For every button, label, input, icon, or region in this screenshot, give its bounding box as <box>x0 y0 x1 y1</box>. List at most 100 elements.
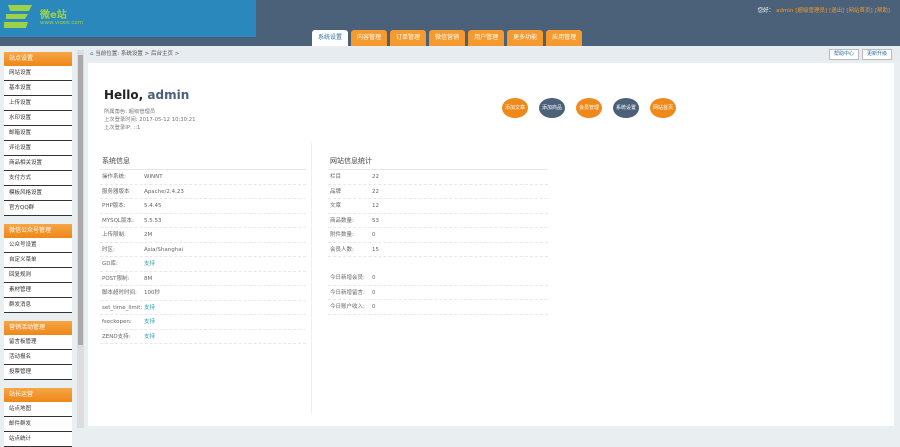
role-text: 所属角色: 超级管理员 <box>104 109 156 115</box>
tab-6[interactable]: 应用管理 <box>546 30 583 46</box>
info-value: 12 <box>372 203 379 209</box>
info-label: 品牌 <box>330 188 342 195</box>
info-label: 上传限制: <box>102 232 126 238</box>
info-value: Asia/Shanghai <box>144 246 184 253</box>
sidebar-item[interactable]: 素材管理 <box>4 283 72 298</box>
info-label: 服务器版本 <box>102 188 130 195</box>
quick-action-button[interactable]: 添加商品 <box>539 98 565 118</box>
help-link[interactable]: [帮助] <box>875 8 890 14</box>
sidebar-scrollbar[interactable] <box>77 50 84 428</box>
logo[interactable]: 微e站 www.vioee.com <box>0 0 256 37</box>
last-login-ip: 上次登录IP: ::1 <box>104 125 141 131</box>
info-label: fsockopen: <box>102 319 132 325</box>
info-value: 22 <box>372 188 379 195</box>
breadcrumb: ⌂ 当前位置: 系统设置 > 后台主页 > 帮助中心 更新升级 <box>86 47 900 61</box>
sidebar-item[interactable]: 群发消息 <box>4 298 72 313</box>
sidebar-item[interactable]: 自定义菜单 <box>4 253 72 268</box>
info-label: set_time_limit: <box>102 304 143 311</box>
sidebar-item[interactable]: 官方QQ群 <box>4 201 72 216</box>
quick-action-button[interactable]: 网站首页 <box>650 98 676 118</box>
tab-2[interactable]: 订单管理 <box>390 30 427 46</box>
info-label: 操作系统: <box>102 174 126 180</box>
help-center-button[interactable]: 帮助中心 <box>828 49 859 60</box>
info-row: 品牌 22 <box>328 185 548 199</box>
sidebar-item[interactable]: 站点统计 <box>4 432 72 447</box>
info-label: POST限制: <box>102 275 130 282</box>
main-tabs: 系统设置 内容管理 订单管理 微信营销 用户管理 更多功能 应用管理 <box>312 30 583 46</box>
info-row: 会员人数: 15 <box>328 243 548 257</box>
sidebar-item[interactable]: 支付方式 <box>4 171 72 186</box>
info-label: MYSQL版本: <box>102 217 134 224</box>
sidebar-item[interactable]: 商品相关设置 <box>4 156 72 171</box>
info-value: 22 <box>372 174 379 180</box>
info-value: 支持 <box>144 319 156 325</box>
info-value: 53 <box>372 217 379 224</box>
info-row: 今日账户收入: 0 <box>328 300 548 315</box>
tab-3[interactable]: 微信营销 <box>429 30 466 46</box>
scrollbar-thumb[interactable] <box>78 55 83 345</box>
role-link[interactable]: [超级管理员] <box>795 8 827 14</box>
site-stats: 网站信息统计 栏目 22 品牌 22 文章 12 商品数量: 53 附件数量: 0 会员人数: 15 今… <box>328 153 548 315</box>
logo-icon <box>4 5 32 28</box>
sidebar-item[interactable]: 留言板管理 <box>4 335 72 350</box>
sidebar-item[interactable]: 站点地图 <box>4 402 72 417</box>
info-value: 0 <box>372 232 376 238</box>
breadcrumb-text: 当前位置: 系统设置 > 后台主页 > <box>95 51 180 57</box>
welcome-heading: Hello, admin <box>104 88 189 102</box>
info-label: 附件数量: <box>330 232 354 238</box>
info-row: 栏目 22 <box>328 170 548 185</box>
sidebar-item[interactable]: 回复规则 <box>4 268 72 283</box>
site-home-link[interactable]: [网站首页] <box>846 8 872 14</box>
sidebar-item[interactable]: 投票管理 <box>4 365 72 380</box>
info-row: 今日新增留言: 0 <box>328 286 548 300</box>
tab-5[interactable]: 更多功能 <box>507 30 544 46</box>
info-label: ZEND支持: <box>102 333 131 340</box>
tab-1[interactable]: 内容管理 <box>351 30 388 46</box>
quick-action-button[interactable]: 添加文章 <box>502 98 528 118</box>
info-label: 文章 <box>330 203 342 209</box>
info-label: 会员人数: <box>330 246 354 253</box>
info-row: 时区: Asia/Shanghai <box>100 243 306 257</box>
info-row: POST限制: 8M <box>100 272 306 286</box>
info-row: GD库: 支持 <box>100 257 306 272</box>
system-info-title: 系统信息 <box>100 153 306 170</box>
sidebar-item[interactable]: 活动报名 <box>4 350 72 365</box>
sidebar-item[interactable]: 基本设置 <box>4 81 72 96</box>
tab-0[interactable]: 系统设置 <box>312 30 349 46</box>
sidebar-item[interactable]: 邮箱设置 <box>4 126 72 141</box>
info-value: 15 <box>372 246 379 253</box>
info-row: 附件数量: 0 <box>328 228 548 243</box>
sidebar-item[interactable]: 模板风格设置 <box>4 186 72 201</box>
sidebar-item[interactable]: 水印设置 <box>4 111 72 126</box>
sidebar-group-header[interactable]: 站长运营 <box>4 388 72 402</box>
sidebar-item[interactable]: 上传设置 <box>4 96 72 111</box>
quick-action-button[interactable]: 会员管理 <box>576 98 602 118</box>
info-label: GD库: <box>102 261 118 267</box>
sidebar-group-header[interactable]: 营销活动管理 <box>4 321 72 335</box>
username-link[interactable]: admin <box>776 8 793 14</box>
last-login-time: 上次登录时间: 2017-05-12 10:30:21 <box>104 117 196 123</box>
sidebar-group-header[interactable]: 微信公众号管理 <box>4 224 72 238</box>
logout-link[interactable]: [退出] <box>829 8 844 14</box>
info-row: 服务器版本 Apache/2.4.23 <box>100 185 306 199</box>
sidebar: 站点设置 网站设置 基本设置 上传设置 水印设置 邮箱设置 评论设置 商品相关设置 支付方式 模板… <box>4 52 72 447</box>
sidebar-item[interactable]: 评论设置 <box>4 141 72 156</box>
sidebar-group-header[interactable]: 站点设置 <box>4 52 72 66</box>
update-button[interactable]: 更新升级 <box>861 49 892 60</box>
info-label: 今日新增会员: <box>330 275 365 281</box>
divider <box>311 143 312 413</box>
info-label: 商品数量: <box>330 217 354 224</box>
info-value: 8M <box>144 275 153 282</box>
info-value: 100秒 <box>144 290 160 296</box>
logo-url: www.vioee.com <box>40 20 84 26</box>
info-row: 脚本超时时间: 100秒 <box>100 286 306 301</box>
info-row: 文章 12 <box>328 199 548 214</box>
tab-4[interactable]: 用户管理 <box>468 30 505 46</box>
sidebar-item[interactable]: 网站设置 <box>4 66 72 81</box>
top-header: 微e站 www.vioee.com 您好： admin [超级管理员] [退出] [网站… <box>0 0 900 46</box>
info-label: 脚本超时时间: <box>102 290 137 296</box>
quick-action-button[interactable]: 系统设置 <box>613 98 639 118</box>
info-label: 今日账户收入: <box>330 304 365 310</box>
info-value: 5.5.53 <box>144 217 162 224</box>
sidebar-item[interactable]: 公众号设置 <box>4 238 72 253</box>
